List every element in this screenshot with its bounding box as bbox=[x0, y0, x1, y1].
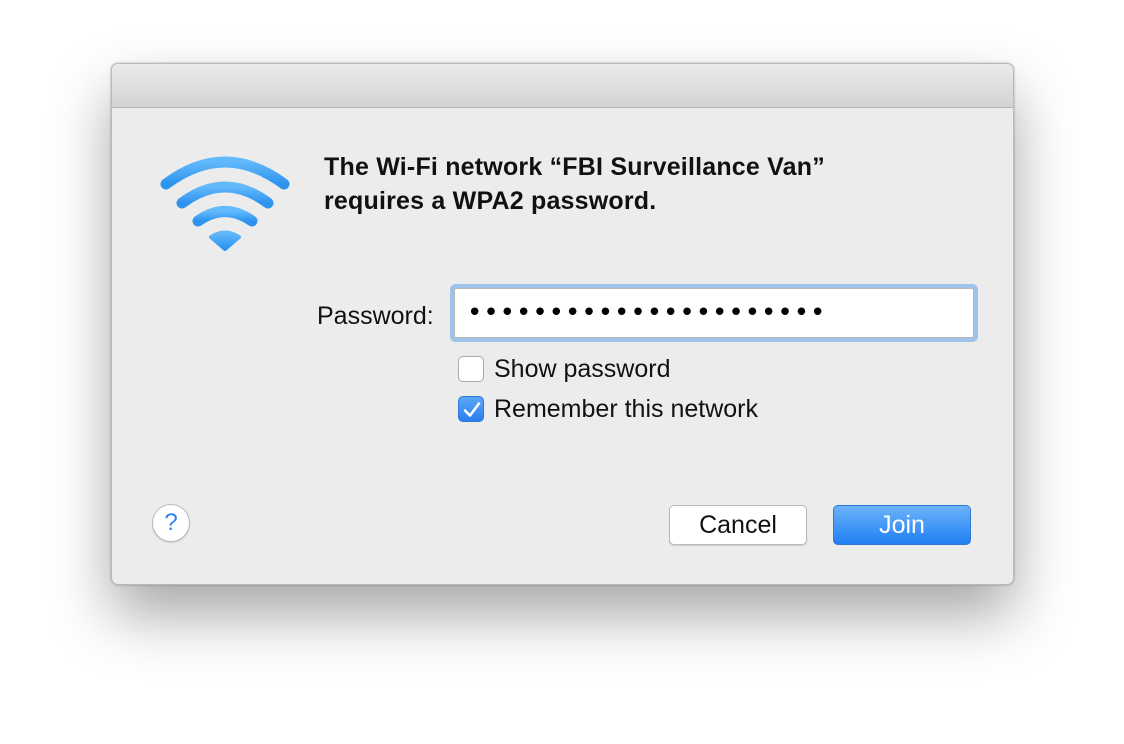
wifi-icon bbox=[160, 154, 290, 254]
show-password-label[interactable]: Show password bbox=[494, 355, 670, 384]
password-input[interactable] bbox=[455, 289, 973, 337]
message-line-2: requires a WPA2 password. bbox=[324, 187, 657, 215]
cancel-button[interactable]: Cancel bbox=[669, 505, 807, 545]
password-label: Password: bbox=[317, 302, 434, 330]
remember-network-option[interactable]: Remember this network bbox=[458, 394, 758, 424]
wifi-password-dialog: The Wi-Fi network “FBI Surveillance Van”… bbox=[111, 63, 1014, 585]
show-password-option[interactable]: Show password bbox=[458, 354, 670, 384]
message-line-1: The Wi-Fi network “FBI Surveillance Van” bbox=[324, 153, 825, 181]
remember-network-checkbox[interactable] bbox=[458, 396, 484, 422]
join-button[interactable]: Join bbox=[833, 505, 971, 545]
remember-network-label[interactable]: Remember this network bbox=[494, 395, 758, 424]
password-field-frame[interactable] bbox=[454, 288, 974, 338]
screen: The Wi-Fi network “FBI Surveillance Van”… bbox=[0, 0, 1124, 744]
checkmark-icon bbox=[463, 402, 481, 417]
dialog-titlebar[interactable] bbox=[112, 64, 1013, 108]
dialog-message: The Wi-Fi network “FBI Surveillance Van”… bbox=[324, 150, 964, 218]
show-password-checkbox[interactable] bbox=[458, 356, 484, 382]
help-button[interactable]: ? bbox=[152, 504, 190, 542]
